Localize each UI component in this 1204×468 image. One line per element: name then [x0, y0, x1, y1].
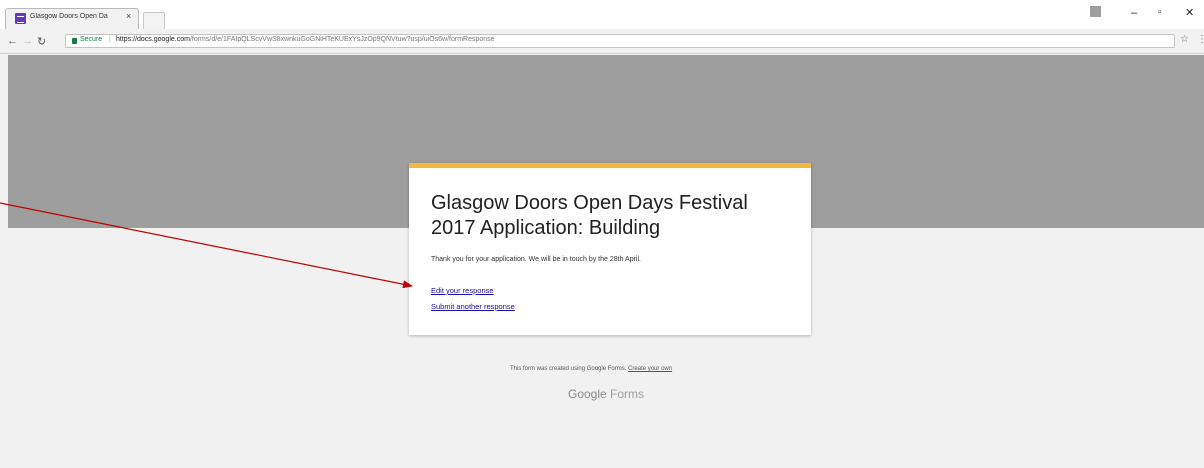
forms-favicon-icon	[15, 13, 26, 24]
confirmation-card: Glasgow Doors Open Days Festival 2017 Ap…	[409, 163, 811, 335]
url-separator: |	[109, 36, 111, 43]
create-your-own-link[interactable]: Create your own	[628, 366, 672, 372]
edit-response-link[interactable]: Edit your response	[431, 286, 494, 295]
tab-title: Glasgow Doors Open Da	[30, 13, 108, 20]
browser-tab[interactable]: Glasgow Doors Open Da ×	[5, 8, 139, 29]
new-tab-button[interactable]	[143, 12, 165, 29]
minimize-button[interactable]: –	[1131, 7, 1137, 19]
logo-forms-text: Forms	[610, 387, 645, 401]
address-bar[interactable]: Secure | https://docs.google.com/forms/d…	[65, 34, 1175, 48]
url-path: /forms/d/e/1FAIpQLScvVwS8xwnkuGoGNiHTeKU…	[189, 36, 495, 43]
forward-arrow-icon[interactable]: →	[22, 35, 33, 47]
browser-toolbar: ← → ↻ Secure | https://docs.google.com/f…	[0, 29, 1204, 54]
footer-note: This form was created using Google Forms…	[510, 366, 672, 372]
bookmark-star-icon[interactable]: ☆	[1180, 34, 1189, 45]
logo-google-text: Google	[568, 387, 607, 401]
reload-icon[interactable]: ↻	[37, 35, 46, 48]
form-title: Glasgow Doors Open Days Festival 2017 Ap…	[431, 192, 748, 239]
google-forms-logo: Google Forms	[568, 387, 644, 401]
footer-note-text: This form was created using Google Forms…	[510, 366, 627, 372]
profile-icon[interactable]	[1090, 6, 1101, 17]
restore-button[interactable]: ▫	[1158, 7, 1162, 18]
menu-kebab-icon[interactable]: ⋮	[1197, 34, 1204, 45]
tab-close-icon[interactable]: ×	[126, 11, 131, 21]
secure-label: Secure	[80, 36, 103, 43]
url-host: https://docs.google.com	[116, 36, 190, 43]
lock-icon	[72, 38, 77, 44]
url-text[interactable]: https://docs.google.com/forms/d/e/1FAIpQ…	[116, 36, 495, 43]
confirmation-message: Thank you for your application. We will …	[431, 256, 641, 263]
back-arrow-icon[interactable]: ←	[7, 35, 18, 47]
tab-strip: Glasgow Doors Open Da × – ▫ ✕	[0, 0, 1204, 29]
submit-another-response-link[interactable]: Submit another response	[431, 302, 515, 311]
close-window-button[interactable]: ✕	[1185, 6, 1194, 19]
